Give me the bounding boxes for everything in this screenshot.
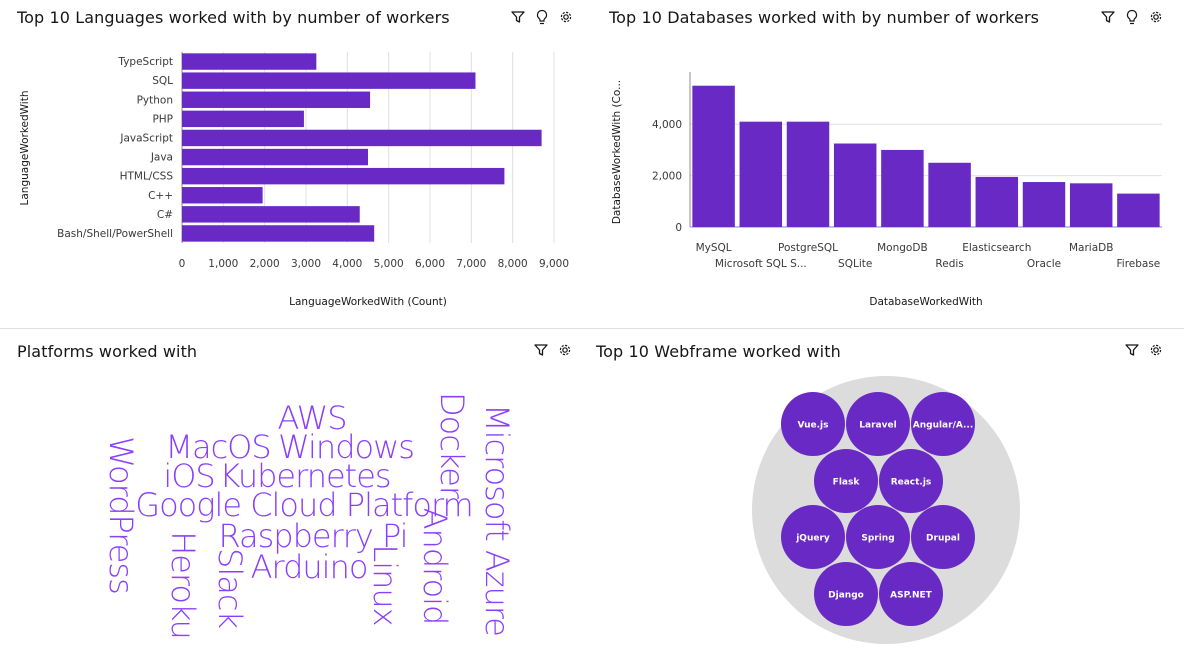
bubble-label: Flask (833, 478, 861, 488)
panel-divider (0, 328, 1184, 329)
bar[interactable] (182, 225, 375, 242)
languages-chart: LanguageWorkedWith LanguageWorkedWith (C… (19, 52, 569, 308)
bar[interactable] (182, 53, 317, 70)
bar[interactable] (1022, 182, 1066, 227)
bar[interactable] (182, 72, 476, 89)
bar[interactable] (692, 85, 735, 227)
x-tick-label: MariaDB (1069, 242, 1113, 254)
bar[interactable] (928, 162, 971, 227)
bar[interactable] (182, 148, 368, 166)
x-tick-label: 6,000 (415, 258, 445, 270)
word[interactable]: Docker (433, 392, 471, 500)
word[interactable]: Microsoft Azure (478, 404, 516, 636)
x-tick-label: Oracle (1027, 258, 1061, 270)
bubble-label: Angular/A... (913, 421, 974, 431)
databases-y-axis-title: DatabaseWorkedWith (Co... (611, 80, 623, 224)
bar[interactable] (786, 121, 830, 227)
bar[interactable] (182, 187, 263, 204)
bar[interactable] (182, 91, 371, 108)
webframes-bubble-chart: Vue.js Laravel Angular/A... Flask React.js jQ… (752, 376, 1020, 644)
bar[interactable] (182, 129, 542, 147)
y-tick-label: C# (157, 209, 173, 221)
y-tick-label: HTML/CSS (120, 171, 174, 183)
x-tick-label: MySQL (696, 242, 732, 254)
x-tick-label: Redis (935, 258, 963, 270)
x-tick-label: MongoDB (877, 242, 928, 254)
y-tick-label: PHP (152, 113, 173, 125)
y-tick-label: TypeScript (117, 56, 173, 68)
bar[interactable] (1069, 183, 1113, 227)
x-tick-label: 9,000 (539, 258, 569, 270)
bar[interactable] (833, 143, 877, 227)
x-tick-label: 4,000 (332, 258, 362, 270)
bubble-label: Laravel (859, 421, 896, 431)
word[interactable]: WordPress (102, 436, 140, 593)
bar[interactable] (881, 149, 924, 227)
y-tick-label: C++ (148, 190, 173, 202)
word[interactable]: Android (416, 508, 454, 625)
x-tick-label: Firebase (1117, 258, 1161, 270)
y-tick-label: JavaScript (119, 132, 173, 144)
platforms-word-cloud: AWSMacOS WindowsiOS KubernetesGoogle Cloud… (102, 392, 516, 639)
databases-x-axis-title: DatabaseWorkedWith (869, 296, 982, 308)
x-tick-label: 7,000 (456, 258, 486, 270)
word[interactable]: Heroku (164, 531, 202, 639)
bar[interactable] (1117, 193, 1160, 227)
y-tick-label: 4,000 (652, 119, 682, 131)
word[interactable]: Arduino (251, 548, 369, 586)
bubble-label: ASP.NET (890, 591, 932, 601)
x-tick-label: SQLite (838, 258, 872, 270)
x-tick-label: 1,000 (208, 258, 238, 270)
x-tick-label: Microsoft SQL S... (715, 258, 807, 270)
y-tick-label: 0 (675, 222, 682, 234)
bubble-label: jQuery (795, 534, 830, 544)
word[interactable]: Slack (211, 548, 249, 628)
bubble-label: Vue.js (797, 421, 828, 431)
bubble-label: Drupal (926, 534, 960, 544)
x-tick-label: 0 (179, 258, 186, 270)
x-tick-label: 5,000 (374, 258, 404, 270)
bar[interactable] (739, 121, 783, 227)
bar[interactable] (975, 176, 1019, 227)
bubble-label: Spring (861, 534, 894, 544)
x-tick-label: PostgreSQL (778, 242, 838, 254)
x-tick-label: 3,000 (291, 258, 321, 270)
languages-x-axis-title: LanguageWorkedWith (Count) (289, 296, 447, 308)
bar[interactable] (182, 206, 360, 223)
bar[interactable] (182, 110, 304, 128)
y-tick-label: Python (137, 94, 173, 106)
platforms-panel: Platforms worked with AWS MacOS Windows iOS… (0, 330, 580, 656)
languages-y-axis-title: LanguageWorkedWith (19, 91, 31, 206)
y-tick-label: Java (150, 152, 173, 164)
x-tick-label: Elasticsearch (962, 242, 1031, 254)
databases-chart: DatabaseWorkedWith (Co... DatabaseWorked… (611, 72, 1162, 308)
bar[interactable] (182, 167, 505, 185)
y-tick-label: Bash/Shell/PowerShell (57, 228, 173, 240)
y-tick-label: 2,000 (652, 171, 682, 183)
webframes-panel: Top 10 Webframe worked with Vue.js Larave… (580, 330, 1184, 656)
bubble-label: React.js (891, 478, 932, 488)
languages-panel: Top 10 Languages worked with by number o… (0, 0, 590, 328)
databases-panel: Top 10 Databases worked with by number o… (592, 0, 1184, 328)
y-tick-label: SQL (152, 75, 173, 87)
word[interactable]: Linux (366, 544, 404, 625)
bubble-label: Django (828, 591, 864, 601)
x-tick-label: 8,000 (498, 258, 528, 270)
x-tick-label: 2,000 (250, 258, 280, 270)
